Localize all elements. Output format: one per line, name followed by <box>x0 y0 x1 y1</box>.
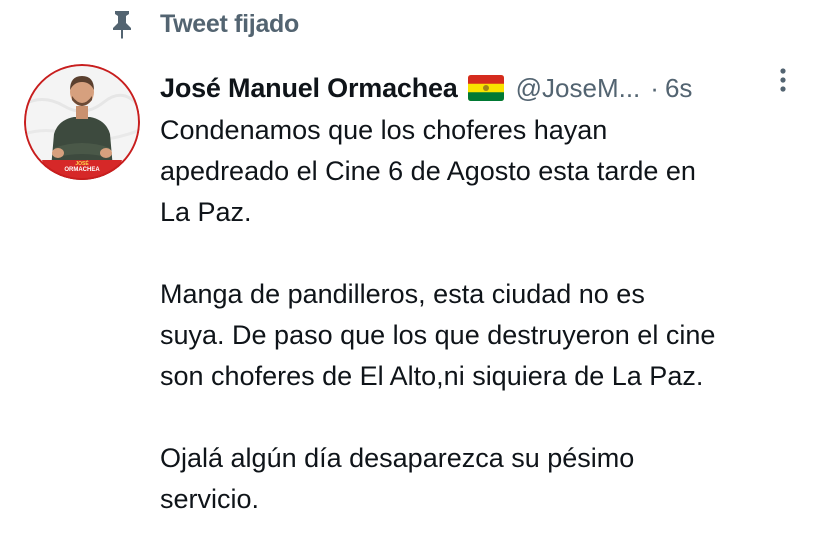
bolivia-flag-icon <box>467 75 504 101</box>
tweet-line: Ojalá algún día desaparezca su pésimo <box>160 443 635 473</box>
tweet-text: Condenamos que los choferes hayan apedre… <box>160 110 810 520</box>
author-handle[interactable]: @JoseM... <box>516 73 641 104</box>
more-options-icon[interactable] <box>776 66 790 98</box>
pinned-label: Tweet fijado <box>160 9 300 38</box>
avatar-banner-line1: JOSÉ <box>75 159 89 167</box>
tweet-line: Condenamos que los choferes hayan <box>160 115 608 145</box>
tweet-paragraph: Ojalá algún día desaparezca su pésimo se… <box>160 438 810 520</box>
tweet-line: La Paz. <box>160 197 252 227</box>
pinned-indicator: Tweet fijado <box>108 6 299 42</box>
tweet-line: servicio. <box>160 484 260 514</box>
author-name[interactable]: José Manuel Ormachea <box>160 73 458 104</box>
separator-dot: · <box>650 72 659 103</box>
avatar[interactable]: JOSÉ ORMACHEA <box>24 64 140 180</box>
tweet-line: Manga de pandilleros, esta ciudad no es <box>160 279 645 309</box>
tweet-paragraph: Condenamos que los choferes hayan apedre… <box>160 110 810 233</box>
tweet-line: apedreado el Cine 6 de Agosto esta tarde… <box>160 156 696 186</box>
pin-icon <box>108 8 136 40</box>
tweet-timestamp[interactable]: 6s <box>665 73 692 104</box>
tweet-line: son choferes de El Alto,ni siquiera de L… <box>160 361 704 391</box>
tweet-line: suya. De paso que los que destruyeron el… <box>160 320 716 350</box>
tweet-paragraph: Manga de pandilleros, esta ciudad no es … <box>160 274 810 397</box>
tweet-header: José Manuel Ormachea @JoseM... · 6s <box>160 68 692 108</box>
avatar-banner-line2: ORMACHEA <box>64 167 100 173</box>
